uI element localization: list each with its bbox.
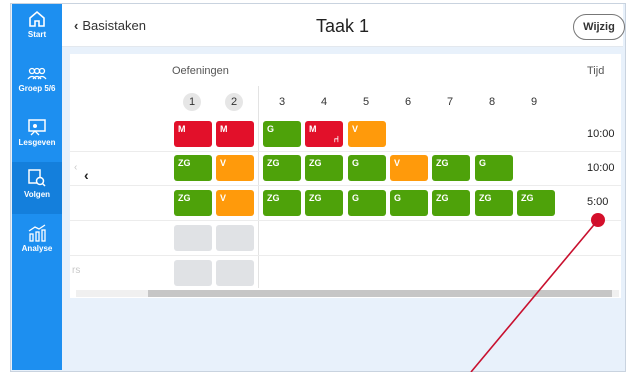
annotation-line <box>470 219 599 372</box>
